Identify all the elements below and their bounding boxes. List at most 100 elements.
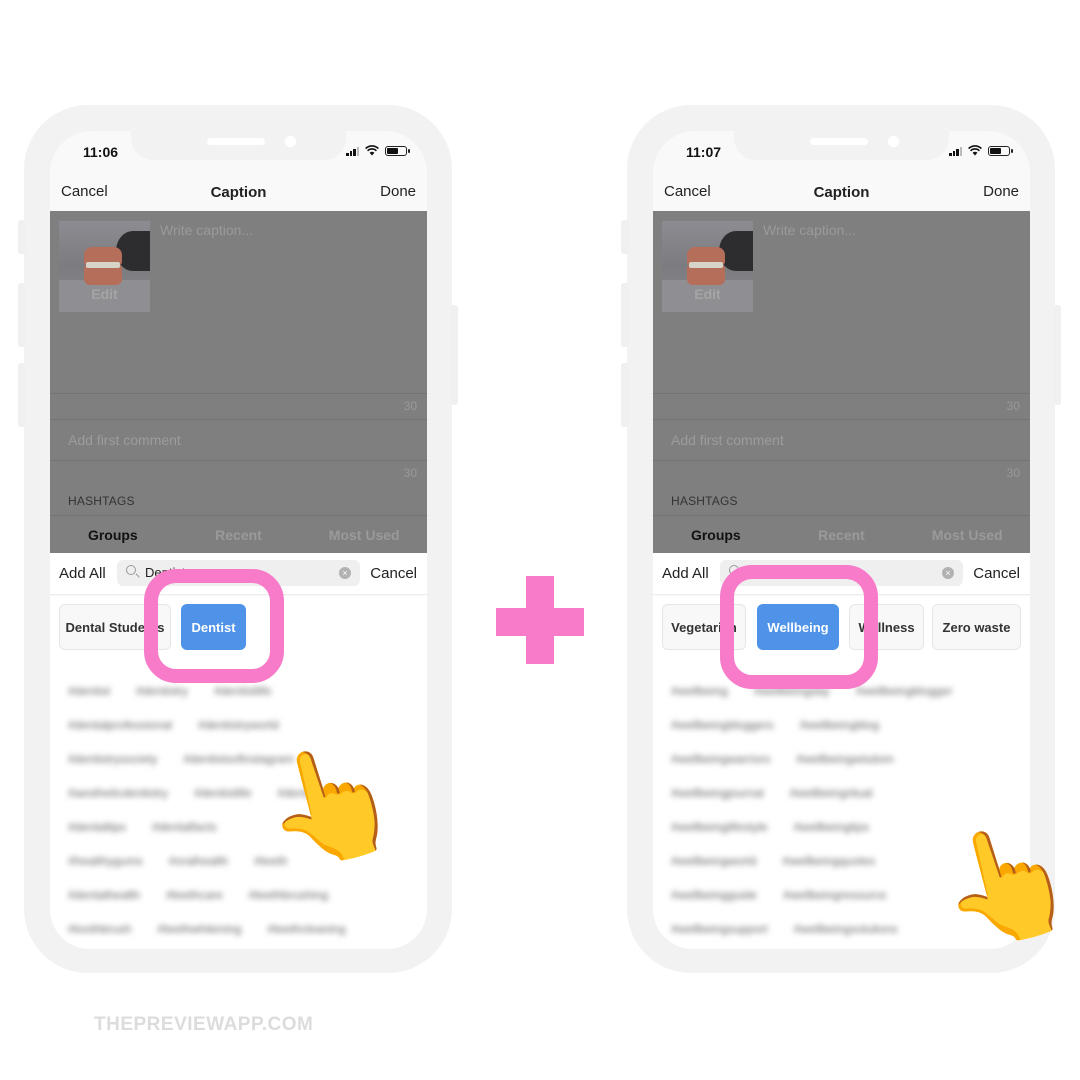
silent-switch (18, 220, 26, 254)
hashtag-item[interactable]: #wellbeingwarriors (671, 752, 770, 766)
group-chip[interactable]: Zero waste (932, 604, 1021, 650)
divider (50, 419, 427, 420)
hashtag-item[interactable]: #wellbeing (671, 684, 728, 698)
hashtag-item[interactable]: #wellbeinglifestyle (671, 820, 768, 834)
hashtag-item[interactable]: #teethcleaning (267, 922, 345, 936)
plus-icon-bar (496, 608, 584, 636)
status-time: 11:07 (686, 144, 722, 160)
edit-thumbnail-label[interactable]: Edit (662, 286, 753, 302)
caption-hashtag-count: 30 (403, 399, 417, 413)
silent-switch (621, 220, 629, 254)
clear-search-icon[interactable]: × (339, 567, 351, 579)
hashtag-item[interactable]: #wellbeingwisdom (796, 752, 893, 766)
divider (50, 460, 427, 461)
hashtag-item[interactable]: #oralhealth (169, 854, 228, 868)
tab-groups[interactable]: Groups (653, 519, 779, 553)
hashtag-item[interactable]: #wellbeingritual (790, 786, 873, 800)
hashtags-section-label: HASHTAGS (671, 494, 738, 508)
add-all-button[interactable]: Add All (662, 565, 709, 582)
divider (50, 515, 427, 516)
pointing-hand-icon: 👆 (924, 807, 1080, 962)
comment-hashtag-count: 30 (1006, 466, 1020, 480)
divider (653, 393, 1030, 394)
hashtag-tabs: Groups Recent Most Used (653, 519, 1030, 553)
signal-icon (346, 146, 359, 156)
phone-screen: 11:07 Cancel Caption Done Edit Write cap… (653, 131, 1030, 949)
divider (653, 460, 1030, 461)
hashtag-item[interactable]: #wellbeingworld (671, 854, 756, 868)
hashtag-row: #dentalwork#cavityprevention#dentalnurse (68, 946, 418, 949)
search-icon (126, 565, 136, 575)
hashtag-row: #toothbrush #teethwhitening #teethcleaning (68, 912, 418, 946)
hashtag-item[interactable]: #dentaltips (68, 820, 126, 834)
tab-most-used[interactable]: Most Used (301, 519, 427, 553)
hashtag-item[interactable]: #wellbeingquotes (782, 854, 875, 868)
hashtag-item[interactable]: #teethbrushing (249, 888, 328, 902)
hashtag-item[interactable]: #wellbeingtips (794, 820, 869, 834)
hashtag-item[interactable]: #dentistry (136, 684, 188, 698)
power-button (450, 305, 458, 405)
hashtag-row: #wellbeingbloggers #wellbeingblog (671, 708, 1021, 742)
hashtag-row: #dentalhealth #teethcare #teethbrushing (68, 878, 418, 912)
volume-up-button (621, 283, 629, 347)
edit-thumbnail-label[interactable]: Edit (59, 286, 150, 302)
photo-dentures-bottom (84, 265, 122, 285)
hashtag-item[interactable]: #wellbeingblog (800, 718, 879, 732)
tab-recent[interactable]: Recent (779, 519, 905, 553)
hashtag-item[interactable]: #dentistlife (194, 786, 251, 800)
post-thumbnail[interactable]: Edit (662, 221, 753, 312)
hashtag-item[interactable]: #toothbrush (68, 922, 131, 936)
hashtag-item[interactable]: #teethcare (166, 888, 223, 902)
hashtag-item[interactable]: #dentalprofessional (68, 718, 172, 732)
hashtag-item[interactable]: #wellbeingjournal (671, 786, 764, 800)
comment-hashtag-count: 30 (403, 466, 417, 480)
photo-teeth (86, 262, 120, 268)
caption-navbar: Cancel Caption Done (50, 176, 427, 216)
tab-groups[interactable]: Groups (50, 519, 176, 553)
hashtag-row: #wellbeingjournal #wellbeingritual (671, 776, 1021, 810)
divider (50, 393, 427, 394)
notch (734, 131, 949, 160)
search-cancel-button[interactable]: Cancel (370, 565, 417, 582)
speaker (810, 138, 868, 145)
volume-down-button (621, 363, 629, 427)
hashtag-item[interactable]: #wellbeingguide (671, 888, 757, 902)
first-comment-input[interactable]: Add first comment (68, 432, 181, 448)
done-button[interactable]: Done (380, 183, 416, 200)
hashtag-item[interactable]: #dentistlife (214, 684, 271, 698)
battery-icon (385, 145, 410, 156)
clear-search-icon[interactable]: × (942, 567, 954, 579)
hashtag-item[interactable]: #wellbeingbloggers (671, 718, 774, 732)
hashtag-row: #wellbeingwarriors #wellbeingwisdom (671, 742, 1021, 776)
status-icons (949, 145, 1013, 156)
hashtag-item[interactable]: #dentalhealth (68, 888, 140, 902)
page-title: Caption (210, 184, 267, 201)
caption-composer: Edit Write caption... 30 Add first comme… (50, 211, 427, 553)
signal-icon (949, 146, 962, 156)
caption-input[interactable]: Write caption... (763, 222, 856, 238)
search-cancel-button[interactable]: Cancel (973, 565, 1020, 582)
status-time: 11:06 (83, 144, 119, 160)
hashtag-item[interactable]: #wellbeingresource (783, 888, 886, 902)
hashtag-item[interactable]: #wellbeingsolutions (794, 922, 898, 936)
hashtag-item[interactable]: #healthygums (68, 854, 143, 868)
add-all-button[interactable]: Add All (59, 565, 106, 582)
hashtag-item[interactable]: #wellbeingblogger (856, 684, 953, 698)
hashtag-item[interactable]: #teethwhitening (157, 922, 241, 936)
divider (653, 515, 1030, 516)
hashtag-item[interactable]: #wellbeingsupport (671, 922, 768, 936)
done-button[interactable]: Done (983, 183, 1019, 200)
hashtag-item[interactable]: #dentalfacts (152, 820, 217, 834)
tab-recent[interactable]: Recent (176, 519, 302, 553)
hashtag-item[interactable]: #dentist (68, 684, 110, 698)
hashtag-item[interactable]: #dentistrysociety (68, 752, 157, 766)
caption-input[interactable]: Write caption... (160, 222, 253, 238)
volume-down-button (18, 363, 26, 427)
post-thumbnail[interactable]: Edit (59, 221, 150, 312)
first-comment-input[interactable]: Add first comment (671, 432, 784, 448)
volume-up-button (18, 283, 26, 347)
hashtag-item[interactable]: #aestheticdentistry (68, 786, 168, 800)
hashtag-item[interactable]: #dentistryworld (198, 718, 279, 732)
tab-most-used[interactable]: Most Used (904, 519, 1030, 553)
power-button (1053, 305, 1061, 405)
